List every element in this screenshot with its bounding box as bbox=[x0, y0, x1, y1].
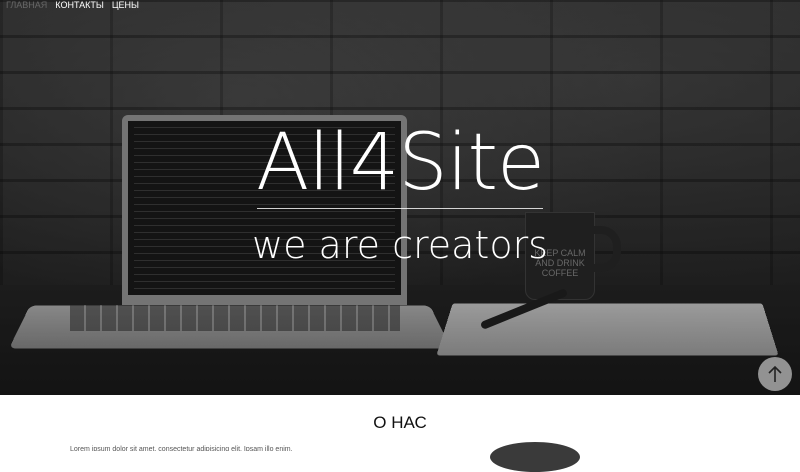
about-text: Lorem ipsum dolor sit amet, consectetur … bbox=[70, 446, 293, 451]
about-section-title: О НАС bbox=[373, 413, 427, 432]
about-image bbox=[490, 442, 580, 472]
scroll-to-top-button[interactable] bbox=[758, 357, 792, 391]
nav-item-home[interactable]: ГЛАВНАЯ bbox=[6, 0, 47, 14]
nav-item-contacts[interactable]: КОНТАКТЫ bbox=[55, 0, 104, 14]
hero-divider bbox=[257, 208, 543, 209]
nav-item-prices[interactable]: ЦЕНЫ bbox=[112, 0, 139, 14]
arrow-up-icon bbox=[768, 365, 782, 382]
top-navigation: ГЛАВНАЯ КОНТАКТЫ ЦЕНЫ bbox=[0, 0, 800, 14]
brand-title: All4Site bbox=[255, 118, 545, 208]
hero-tagline: we are creators bbox=[252, 223, 548, 267]
